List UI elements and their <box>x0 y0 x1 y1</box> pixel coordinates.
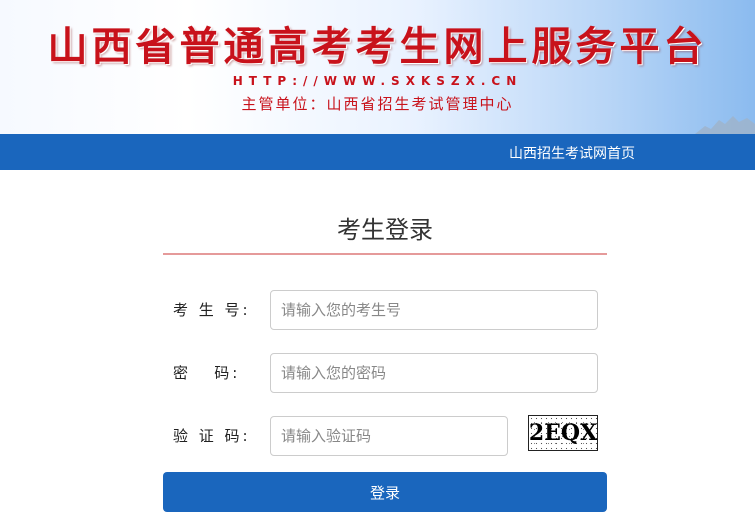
site-url: HTTP://WWW.SXKSZX.CN <box>232 74 523 88</box>
nav-bar: 山西招生考试网首页 <box>0 134 755 170</box>
site-title: 山西省普通高考考生网上服务平台 <box>47 23 708 70</box>
captcha-input[interactable] <box>270 416 508 456</box>
password-label: 密 码: <box>173 364 241 382</box>
tree-decoration-icon <box>695 116 755 134</box>
title-divider <box>163 253 607 255</box>
nav-link-home[interactable]: 山西招生考试网首页 <box>509 143 635 163</box>
site-authority: 主管单位：山西省招生考试管理中心 <box>241 95 514 113</box>
header-banner: 山西省普通高考考生网上服务平台 HTTP://WWW.SXKSZX.CN 主管单… <box>0 0 755 134</box>
captcha-image[interactable]: 2EQX <box>528 415 598 451</box>
login-button[interactable]: 登录 <box>163 472 607 512</box>
captcha-label: 验 证 码: <box>173 427 251 445</box>
login-title: 考生登录 <box>337 216 433 244</box>
password-input[interactable] <box>270 353 598 393</box>
exam-number-label: 考 生 号: <box>173 301 251 319</box>
exam-number-input[interactable] <box>270 290 598 330</box>
